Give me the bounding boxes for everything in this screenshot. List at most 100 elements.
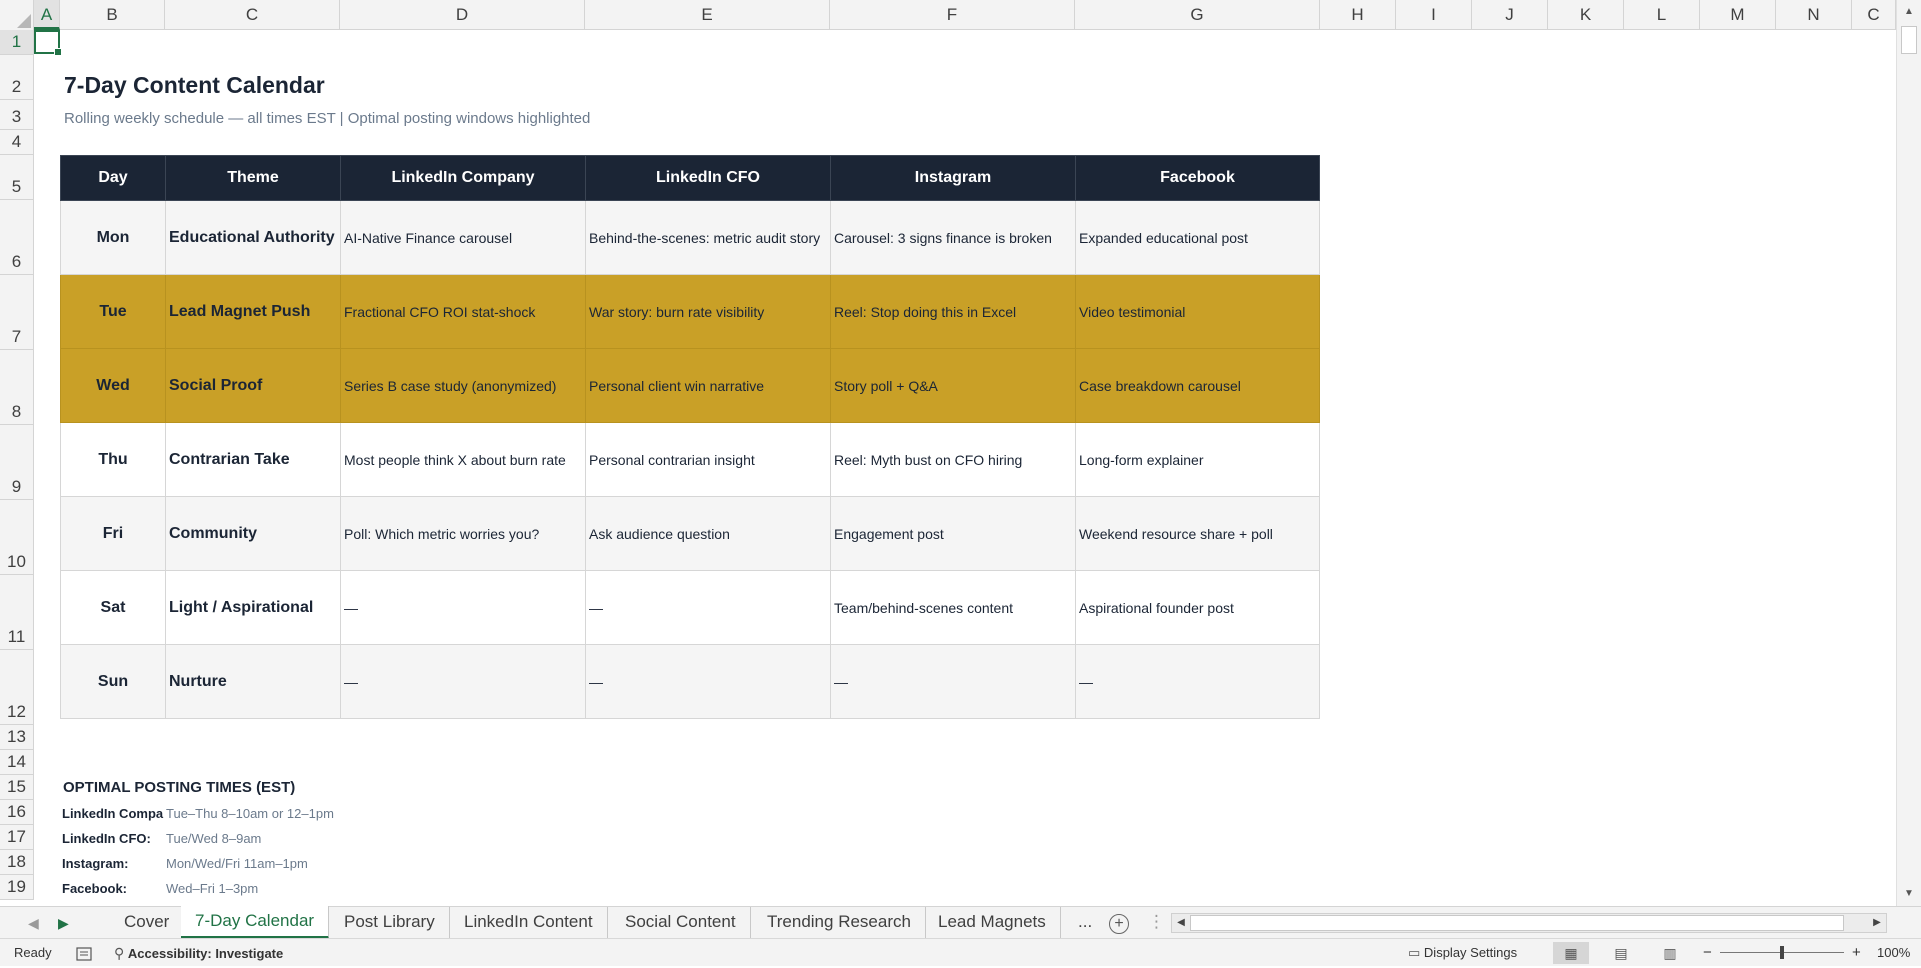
cell-theme[interactable]: Light / Aspirational: [165, 570, 341, 645]
column-header-n[interactable]: N: [1776, 0, 1852, 30]
row-header-11[interactable]: 11: [0, 575, 34, 650]
header-linkedin-cfo[interactable]: LinkedIn CFO: [585, 155, 831, 201]
cell-linkedin-cfo[interactable]: Ask audience question: [585, 496, 831, 571]
normal-view-icon[interactable]: ▦: [1553, 942, 1589, 964]
header-day[interactable]: Day: [60, 155, 166, 201]
macro-record-icon[interactable]: [76, 939, 92, 967]
cell-linkedin-cfo[interactable]: —: [585, 570, 831, 645]
cell-facebook[interactable]: —: [1075, 644, 1320, 719]
optimal-time-label[interactable]: Facebook:: [62, 881, 164, 896]
zoom-level[interactable]: 100%: [1877, 939, 1910, 967]
cell-facebook[interactable]: Long-form explainer: [1075, 422, 1320, 497]
row-header-9[interactable]: 9: [0, 425, 34, 500]
row-header-6[interactable]: 6: [0, 200, 34, 275]
add-sheet-icon[interactable]: +: [1109, 914, 1129, 934]
cell-day[interactable]: Fri: [60, 496, 166, 571]
sheet-tab-post-library[interactable]: Post Library: [330, 907, 450, 938]
optimal-time-label[interactable]: Instagram:: [62, 856, 164, 871]
cell-linkedin-company[interactable]: —: [340, 570, 586, 645]
row-header-3[interactable]: 3: [0, 100, 34, 130]
cell-instagram[interactable]: Engagement post: [830, 496, 1076, 571]
column-header-a[interactable]: A: [34, 0, 60, 30]
column-header-b[interactable]: B: [60, 0, 165, 30]
cell-day[interactable]: Sat: [60, 570, 166, 645]
column-header-d[interactable]: D: [340, 0, 585, 30]
cell-linkedin-company[interactable]: —: [340, 644, 586, 719]
row-header-7[interactable]: 7: [0, 275, 34, 350]
cell-instagram[interactable]: —: [830, 644, 1076, 719]
vertical-scroll-thumb[interactable]: [1901, 26, 1917, 54]
cell-facebook[interactable]: Expanded educational post: [1075, 200, 1320, 275]
header-theme[interactable]: Theme: [165, 155, 341, 201]
optimal-time-label[interactable]: LinkedIn Company:: [62, 806, 164, 821]
column-header-f[interactable]: F: [830, 0, 1075, 30]
cell-linkedin-cfo[interactable]: Behind-the-scenes: metric audit story: [585, 200, 831, 275]
row-header-4[interactable]: 4: [0, 130, 34, 155]
cell-theme[interactable]: Community: [165, 496, 341, 571]
cell-day[interactable]: Sun: [60, 644, 166, 719]
row-header-13[interactable]: 13: [0, 725, 34, 750]
zoom-out-icon[interactable]: −: [1703, 939, 1712, 967]
cell-day[interactable]: Mon: [60, 200, 166, 275]
cell-instagram[interactable]: Team/behind-scenes content: [830, 570, 1076, 645]
cell-facebook[interactable]: Video testimonial: [1075, 274, 1320, 349]
page-break-view-icon[interactable]: ▥: [1652, 942, 1688, 964]
cell-day[interactable]: Wed: [60, 348, 166, 423]
select-all-corner[interactable]: [0, 0, 34, 30]
row-header-2[interactable]: 2: [0, 55, 34, 100]
cell-linkedin-company[interactable]: AI-Native Finance carousel: [340, 200, 586, 275]
display-settings-button[interactable]: ▭ Display Settings: [1408, 939, 1517, 967]
scroll-right-icon[interactable]: ▶: [1868, 914, 1886, 932]
row-header-15[interactable]: 15: [0, 775, 34, 800]
sheet-tab-linkedin-content[interactable]: LinkedIn Content: [450, 907, 608, 938]
header-linkedin-company[interactable]: LinkedIn Company: [340, 155, 586, 201]
cell-linkedin-company[interactable]: Fractional CFO ROI stat-shock: [340, 274, 586, 349]
more-tabs-button[interactable]: ...: [1078, 907, 1092, 939]
zoom-in-icon[interactable]: +: [1852, 939, 1861, 967]
column-header-o[interactable]: C: [1852, 0, 1896, 30]
row-header-10[interactable]: 10: [0, 500, 34, 575]
column-header-e[interactable]: E: [585, 0, 830, 30]
optimal-time-value[interactable]: Tue–Thu 8–10am or 12–1pm: [166, 806, 334, 821]
optimal-time-value[interactable]: Mon/Wed/Fri 11am–1pm: [166, 856, 308, 871]
row-header-19[interactable]: 19: [0, 875, 34, 900]
cell-linkedin-company[interactable]: Series B case study (anonymized): [340, 348, 586, 423]
row-header-14[interactable]: 14: [0, 750, 34, 775]
optimal-time-label[interactable]: LinkedIn CFO:: [62, 831, 164, 846]
scroll-left-icon[interactable]: ◀: [1172, 914, 1190, 932]
sheet-tab-cover[interactable]: Cover: [110, 907, 185, 938]
sheet-tab-lead-magnets[interactable]: Lead Magnets: [924, 907, 1061, 938]
cell-linkedin-cfo[interactable]: Personal client win narrative: [585, 348, 831, 423]
cell-theme[interactable]: Social Proof: [165, 348, 341, 423]
cell-facebook[interactable]: Weekend resource share + poll: [1075, 496, 1320, 571]
row-header-12[interactable]: 12: [0, 650, 34, 725]
column-header-l[interactable]: L: [1624, 0, 1700, 30]
cell-linkedin-company[interactable]: Most people think X about burn rate: [340, 422, 586, 497]
horizontal-scrollbar[interactable]: ◀ ▶: [1171, 913, 1887, 933]
column-header-g[interactable]: G: [1075, 0, 1320, 30]
header-instagram[interactable]: Instagram: [830, 155, 1076, 201]
cell-instagram[interactable]: Story poll + Q&A: [830, 348, 1076, 423]
cell-theme[interactable]: Contrarian Take: [165, 422, 341, 497]
accessibility-status[interactable]: ⚲ Accessibility: Investigate: [114, 939, 283, 967]
sheet-tab-social-content[interactable]: Social Content: [611, 907, 751, 938]
tab-scroll-right-icon[interactable]: ▶: [58, 907, 69, 939]
row-header-17[interactable]: 17: [0, 825, 34, 850]
optimal-time-value[interactable]: Tue/Wed 8–9am: [166, 831, 261, 846]
cell-facebook[interactable]: Aspirational founder post: [1075, 570, 1320, 645]
sheet-tab-trending-research[interactable]: Trending Research: [753, 907, 926, 938]
horizontal-scroll-thumb[interactable]: [1190, 915, 1844, 931]
active-cell-a1[interactable]: [34, 30, 62, 56]
row-header-8[interactable]: 8: [0, 350, 34, 425]
column-header-h[interactable]: H: [1320, 0, 1396, 30]
vertical-scrollbar[interactable]: ▲ ▼: [1896, 0, 1921, 906]
column-header-i[interactable]: I: [1396, 0, 1472, 30]
tab-scroll-left-icon[interactable]: ◀: [28, 907, 39, 939]
cell-linkedin-cfo[interactable]: Personal contrarian insight: [585, 422, 831, 497]
tab-split-handle-icon[interactable]: ⋮: [1148, 907, 1165, 939]
column-header-m[interactable]: M: [1700, 0, 1776, 30]
cell-facebook[interactable]: Case breakdown carousel: [1075, 348, 1320, 423]
row-header-5[interactable]: 5: [0, 155, 34, 200]
row-header-18[interactable]: 18: [0, 850, 34, 875]
cell-theme[interactable]: Nurture: [165, 644, 341, 719]
